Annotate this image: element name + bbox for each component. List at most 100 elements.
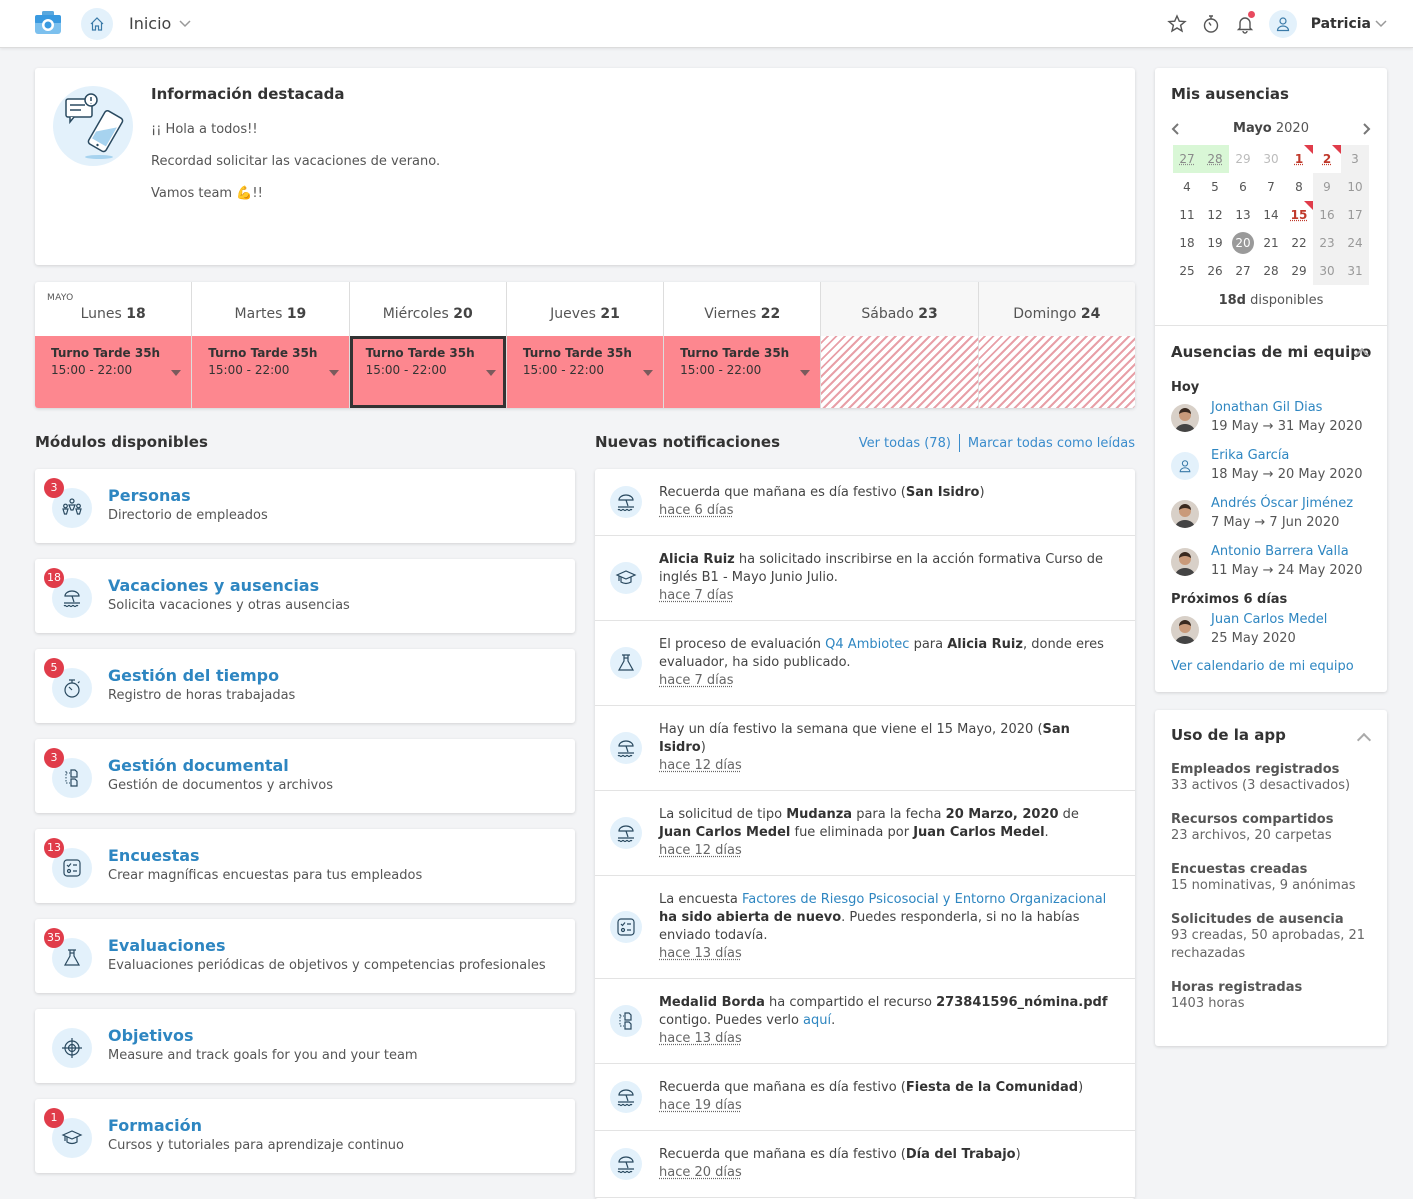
module-title[interactable]: Objetivos — [108, 1026, 193, 1045]
module-card[interactable]: Objetivos Measure and track goals for you… — [35, 1009, 575, 1083]
team-calendar-link[interactable]: Ver calendario de mi equipo — [1171, 659, 1354, 674]
caret-down-icon[interactable] — [171, 370, 182, 376]
calendar-day[interactable]: 27 — [1173, 145, 1201, 173]
notification-link[interactable]: Factores de Riesgo Psicosocial y Entorno… — [742, 892, 1106, 907]
time-tracking-button[interactable] — [1201, 14, 1221, 34]
calendar-day[interactable]: 2 — [1313, 145, 1341, 173]
notification-item[interactable]: Recuerda que mañana es día festivo (Fies… — [595, 1064, 1135, 1131]
caret-down-icon[interactable] — [485, 370, 496, 376]
chevron-left-icon[interactable] — [1171, 122, 1181, 135]
team-member[interactable]: Jonathan Gil Dias 19 May → 31 May 2020 — [1171, 400, 1381, 440]
calendar-day[interactable]: 11 — [1173, 201, 1201, 229]
notification-item[interactable]: El proceso de evaluación Q4 Ambiotec par… — [595, 621, 1135, 706]
calendar-day[interactable]: 19 — [1201, 229, 1229, 257]
calendar-day[interactable]: 26 — [1201, 257, 1229, 285]
favorites-button[interactable] — [1166, 14, 1187, 34]
notification-item[interactable]: Hay un día festivo la semana que viene e… — [595, 706, 1135, 791]
team-member[interactable]: Antonio Barrera Valla 11 May → 24 May 202… — [1171, 544, 1381, 584]
calendar-day[interactable]: 8 — [1285, 173, 1313, 201]
member-name[interactable]: Antonio Barrera Valla — [1211, 544, 1349, 559]
calendar-day[interactable]: 25 — [1173, 257, 1201, 285]
mark-all-read-link[interactable]: Marcar todas como leídas — [968, 436, 1135, 451]
calendar-day[interactable]: 23 — [1313, 229, 1341, 257]
shift-cell[interactable]: Turno Tarde 35h 15:00 - 22:00 — [664, 336, 821, 408]
calendar-day[interactable]: 30 — [1257, 145, 1285, 173]
module-card[interactable]: 3 Personas Directorio de empleados — [35, 469, 575, 543]
calendar-day[interactable]: 3 — [1341, 145, 1369, 173]
calendar-day[interactable]: 1 — [1285, 145, 1313, 173]
calendar-day[interactable]: 30 — [1313, 257, 1341, 285]
day-number: 24 — [1080, 306, 1101, 322]
chevron-right-icon[interactable] — [1361, 122, 1371, 135]
team-member[interactable]: Juan Carlos Medel 25 May 2020 — [1171, 612, 1381, 652]
notification-item[interactable]: Recuerda que mañana es día festivo (Día … — [595, 1131, 1135, 1198]
module-card[interactable]: 18 Vacaciones y ausencias Solicita vacacio… — [35, 559, 575, 633]
user-avatar[interactable] — [1268, 10, 1297, 38]
module-card[interactable]: 35 Evaluaciones Evaluaciones periódicas de… — [35, 919, 575, 993]
collapse-chevron-icon[interactable] — [1356, 732, 1372, 748]
team-member[interactable]: Erika García 18 May → 20 May 2020 — [1171, 448, 1381, 488]
caret-down-icon[interactable] — [643, 370, 654, 376]
calendar-day[interactable]: 18 — [1173, 229, 1201, 257]
stat-label: Encuestas creadas — [1171, 862, 1308, 877]
module-card[interactable]: 5 Gestión del tiempo Registro de horas tra… — [35, 649, 575, 723]
notification-item[interactable]: Recuerda que mañana es día festivo (San … — [595, 469, 1135, 536]
notification-item[interactable]: Medalid Borda ha compartido el recurso 2… — [595, 979, 1135, 1064]
module-title[interactable]: Personas — [108, 486, 191, 505]
member-name[interactable]: Juan Carlos Medel — [1211, 612, 1327, 627]
module-card[interactable]: 1 Formación Cursos y tutoriales para apren… — [35, 1099, 575, 1173]
calendar-day[interactable]: 16 — [1313, 201, 1341, 229]
member-name[interactable]: Andrés Óscar Jiménez — [1211, 496, 1353, 511]
calendar-day[interactable]: 5 — [1201, 173, 1229, 201]
text: ) — [1015, 1147, 1021, 1162]
calendar-day[interactable]: 10 — [1341, 173, 1369, 201]
view-all-notifications-link[interactable]: Ver todas (78) — [859, 436, 951, 451]
calendar-day[interactable]: 21 — [1257, 229, 1285, 257]
member-name[interactable]: Jonathan Gil Dias — [1211, 400, 1322, 415]
team-member[interactable]: Andrés Óscar Jiménez 7 May → 7 Jun 2020 — [1171, 496, 1381, 536]
shift-cell[interactable]: Turno Tarde 35h 15:00 - 22:00 — [192, 336, 349, 408]
home-button[interactable] — [81, 8, 113, 40]
module-title[interactable]: Gestión del tiempo — [108, 666, 279, 685]
calendar-day[interactable]: 31 — [1341, 257, 1369, 285]
calendar-day[interactable]: 6 — [1229, 173, 1257, 201]
module-title[interactable]: Vacaciones y ausencias — [108, 576, 319, 595]
shift-cell[interactable]: Turno Tarde 35h 15:00 - 22:00 — [349, 336, 506, 408]
module-title[interactable]: Gestión documental — [108, 756, 289, 775]
calendar-day[interactable]: 24 — [1341, 229, 1369, 257]
calendar-day[interactable]: 28 — [1257, 257, 1285, 285]
notification-item[interactable]: Alicia Ruiz ha solicitado inscribirse en… — [595, 536, 1135, 621]
caret-down-icon[interactable] — [800, 370, 811, 376]
calendar-day[interactable]: 15 — [1285, 201, 1313, 229]
shift-cell[interactable]: Turno Tarde 35h 15:00 - 22:00 — [506, 336, 664, 408]
calendar-day[interactable]: 7 — [1257, 173, 1285, 201]
notifications-button[interactable] — [1235, 11, 1255, 34]
caret-down-icon[interactable] — [328, 370, 339, 376]
calendar-day[interactable]: 29 — [1229, 145, 1257, 173]
notification-item[interactable]: La encuesta Factores de Riesgo Psicosoci… — [595, 876, 1135, 979]
calendar-day[interactable]: 4 — [1173, 173, 1201, 201]
breadcrumb-dropdown[interactable]: Inicio — [129, 14, 191, 33]
logo-icon[interactable] — [33, 10, 63, 38]
calendar-day[interactable]: 22 — [1285, 229, 1313, 257]
calendar-day[interactable]: 9 — [1313, 173, 1341, 201]
module-title[interactable]: Formación — [108, 1116, 202, 1135]
module-title[interactable]: Encuestas — [108, 846, 200, 865]
calendar-day[interactable]: 28 — [1201, 145, 1229, 173]
shift-cell[interactable]: Turno Tarde 35h 15:00 - 22:00 — [35, 336, 192, 408]
notification-link[interactable]: Q4 Ambiotec — [825, 637, 909, 652]
calendar-day[interactable]: 14 — [1257, 201, 1285, 229]
user-menu[interactable]: Patricia — [1311, 16, 1387, 32]
calendar-day[interactable]: 20 — [1229, 229, 1257, 257]
member-name[interactable]: Erika García — [1211, 448, 1289, 463]
calendar-day[interactable]: 12 — [1201, 201, 1229, 229]
module-card[interactable]: 3 Gestión documental Gestión de documentos… — [35, 739, 575, 813]
calendar-day[interactable]: 29 — [1285, 257, 1313, 285]
calendar-day[interactable]: 17 — [1341, 201, 1369, 229]
module-title[interactable]: Evaluaciones — [108, 936, 226, 955]
module-card[interactable]: 13 Encuestas Crear magníficas encuestas pa… — [35, 829, 575, 903]
calendar-day[interactable]: 27 — [1229, 257, 1257, 285]
notification-item[interactable]: La solicitud de tipo Mudanza para la fec… — [595, 791, 1135, 876]
notification-link[interactable]: aquí — [803, 1013, 831, 1028]
calendar-day[interactable]: 13 — [1229, 201, 1257, 229]
